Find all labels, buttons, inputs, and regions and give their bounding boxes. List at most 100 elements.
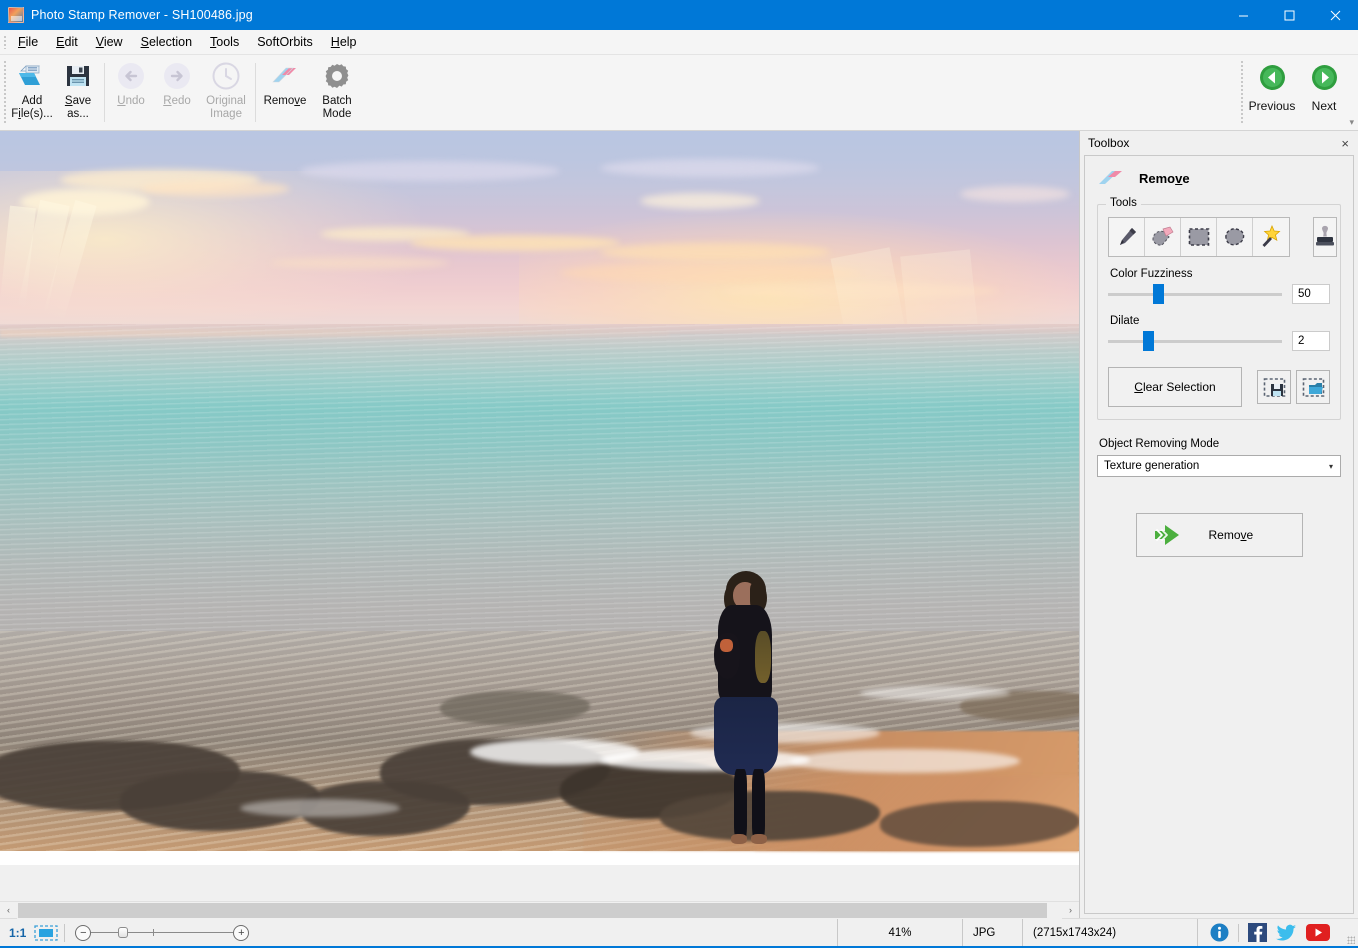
scroll-thumb[interactable] (18, 902, 1048, 918)
toolbox-section-header: Remove (1097, 166, 1341, 190)
scroll-left-arrow[interactable]: ‹ (0, 901, 17, 919)
canvas-area: ‹ › (0, 131, 1080, 919)
save-as-button[interactable]: Save as... (55, 55, 101, 130)
undo-button[interactable]: Undo (108, 55, 154, 130)
object-removing-mode-label: Object Removing Mode (1099, 438, 1220, 450)
color-fuzziness-label: Color Fuzziness (1110, 268, 1193, 280)
facebook-icon[interactable] (1248, 923, 1267, 942)
toolbar-grip[interactable] (0, 55, 9, 130)
next-icon (1311, 64, 1338, 91)
window-title: Photo Stamp Remover - SH100486.jpg (31, 8, 253, 22)
load-selection-button[interactable] (1296, 370, 1330, 404)
dilate-label: Dilate (1110, 315, 1140, 327)
original-image-button[interactable]: Original Image (200, 55, 252, 130)
canvas-horizontal-scrollbar[interactable]: ‹ › (0, 901, 1079, 919)
save-icon (65, 60, 91, 92)
history-group: Undo Redo Original Image (108, 55, 252, 130)
add-files-button[interactable]: Add File(s)... (9, 55, 55, 130)
zoom-out-button[interactable]: − (75, 924, 92, 941)
workspace: ‹ › Toolbox × Remove Tools Color Fuzzine… (0, 131, 1358, 919)
dilate-slider[interactable] (1108, 331, 1282, 351)
redo-button[interactable]: Redo (154, 55, 200, 130)
status-bar: 1:1 − + 41% JPG (2715x1743x24) (0, 918, 1358, 947)
fit-to-window-icon[interactable] (33, 924, 58, 941)
clear-selection-button[interactable]: Clear Selection (1108, 367, 1242, 407)
previous-button[interactable]: Previous (1246, 55, 1298, 130)
zoom-in-button[interactable]: + (233, 924, 250, 941)
zoom-slider-track[interactable] (91, 927, 234, 938)
toolbox-close-icon[interactable]: × (1338, 136, 1352, 151)
color-fuzziness-slider[interactable] (1108, 284, 1282, 304)
rectangle-select-tool-button[interactable] (1181, 218, 1217, 256)
resize-grip[interactable] (1344, 919, 1358, 947)
dilate-value[interactable]: 2 (1292, 331, 1330, 351)
zoom-slider-tick (153, 929, 155, 936)
magic-wand-tool-button[interactable] (1253, 218, 1289, 256)
ribbon-expand-icon[interactable]: ▾ (1349, 117, 1354, 128)
youtube-icon[interactable] (1306, 924, 1330, 941)
shore-region (0, 631, 1079, 851)
status-divider-2 (1238, 923, 1239, 942)
menu-tools[interactable]: Tools (201, 31, 248, 53)
add-files-icon (17, 60, 47, 92)
eraser-icon (270, 60, 300, 92)
marker-tool-button[interactable] (1109, 218, 1145, 256)
color-fuzziness-row: 50 (1108, 284, 1330, 304)
scroll-track[interactable] (17, 901, 1062, 919)
remove-action-wrap: Remove (1097, 513, 1341, 557)
batch-mode-label: Batch Mode (322, 95, 352, 120)
save-as-label: Save as... (64, 95, 92, 120)
original-image-label: Original Image (206, 95, 246, 120)
chevron-down-icon[interactable]: ▾ (1322, 456, 1340, 476)
toolbar-separator-2 (255, 63, 256, 122)
remove-toolbar-button[interactable]: Remove (259, 55, 311, 130)
tools-row (1108, 217, 1337, 257)
dilate-row: 2 (1108, 331, 1330, 351)
menu-file[interactable]: FFileile (9, 31, 47, 53)
menu-view[interactable]: View (87, 31, 132, 53)
remove-action-button[interactable]: Remove (1135, 513, 1303, 557)
file-group: Add File(s)... Save as... (9, 55, 101, 130)
eraser-tool-button[interactable] (1145, 218, 1181, 256)
person-figure (700, 571, 784, 861)
navigation-grip[interactable] (1237, 55, 1246, 130)
color-fuzziness-track (1108, 292, 1282, 296)
minimize-button[interactable] (1220, 0, 1266, 30)
image-canvas[interactable] (0, 131, 1079, 865)
remove-toolbar-label: Remove (263, 95, 307, 107)
app-icon (8, 7, 24, 23)
save-selection-button[interactable] (1257, 370, 1291, 404)
scroll-right-arrow[interactable]: › (1062, 901, 1079, 919)
gear-icon (323, 60, 351, 92)
batch-mode-button[interactable]: Batch Mode (311, 55, 363, 130)
add-files-label: Add File(s)... (11, 95, 53, 120)
color-fuzziness-thumb[interactable] (1153, 284, 1165, 304)
original-image-icon (211, 60, 241, 92)
object-removing-mode-select[interactable]: Texture generation ▾ (1097, 455, 1341, 477)
beach-photo (0, 131, 1079, 865)
object-removing-mode-value: Texture generation (1104, 460, 1200, 472)
lasso-select-tool-button[interactable] (1217, 218, 1253, 256)
dilate-track (1108, 339, 1282, 343)
tools-group: Tools Color Fuzziness 50 Dilate 2 C lear… (1097, 197, 1341, 420)
rectangle-select-icon (1187, 226, 1211, 248)
menu-selection[interactable]: Selection (132, 31, 201, 53)
info-icon[interactable] (1210, 923, 1229, 942)
zoom-ratio-label[interactable]: 1:1 (0, 926, 33, 940)
menu-edit[interactable]: Edit (47, 31, 87, 53)
menu-help[interactable]: Help (322, 31, 366, 53)
zoom-slider-control[interactable]: − + (65, 924, 259, 941)
redo-label: Redo (163, 95, 191, 107)
file-format-value: JPG (962, 918, 1022, 947)
menu-grip[interactable] (0, 30, 9, 54)
close-button[interactable] (1312, 0, 1358, 30)
next-button[interactable]: Next (1298, 55, 1350, 130)
color-fuzziness-value[interactable]: 50 (1292, 284, 1330, 304)
maximize-button[interactable] (1266, 0, 1312, 30)
twitter-icon[interactable] (1276, 924, 1297, 942)
menu-softorbits[interactable]: SoftOrbits (248, 31, 322, 53)
previous-label: Previous (1248, 99, 1296, 113)
stamp-tool-button[interactable] (1313, 217, 1337, 257)
zoom-slider-knob[interactable] (118, 927, 129, 938)
dilate-thumb[interactable] (1142, 331, 1154, 351)
